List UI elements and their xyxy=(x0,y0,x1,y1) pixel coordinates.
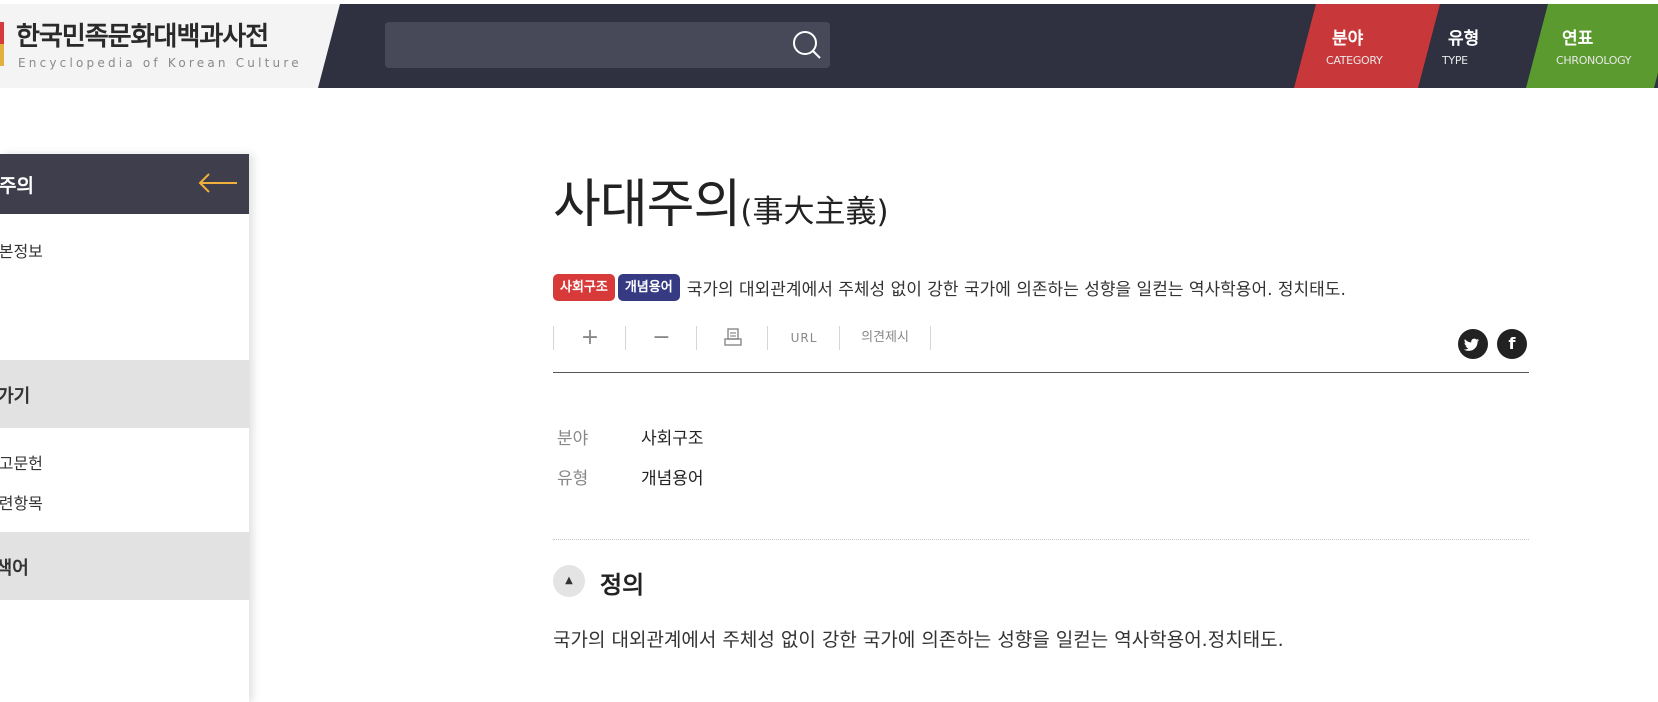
sidebar-section-shortcuts[interactable]: 바로가기 xyxy=(0,360,249,428)
section-divider xyxy=(553,539,1529,540)
meta-category-label: 분야 xyxy=(557,429,589,449)
site-logo[interactable]: 한국민족문화대백과사전 Encyclopedia of Korean Cultu… xyxy=(0,4,340,88)
logo-title: 한국민족문화대백과사전 xyxy=(16,22,269,52)
nav-tab-type-sublabel: TYPE xyxy=(1442,54,1468,67)
sidebar-title: 사대주의 xyxy=(0,175,34,197)
sidebar-section-shortcuts-label: 바로가기 xyxy=(0,386,31,407)
page-title: 사대주의(事大主義) xyxy=(553,162,889,237)
nav-tab-category-label: 분야 xyxy=(1332,29,1364,49)
sidebar-item-related[interactable]: 관련항목 xyxy=(0,490,43,514)
meta-type-label: 유형 xyxy=(557,469,589,489)
sidebar-item-references[interactable]: 참고문헌 xyxy=(0,450,43,474)
section-title-definition: 정의 xyxy=(600,571,645,599)
font-increase-button[interactable]: + xyxy=(553,326,626,350)
opinion-button[interactable]: 의견제시 xyxy=(839,326,931,350)
nav-tab-category[interactable]: 분야 CATEGORY xyxy=(1294,4,1440,88)
print-icon xyxy=(723,328,742,346)
logo-subtitle: Encyclopedia of Korean Culture xyxy=(18,56,302,70)
nav-tab-category-sublabel: CATEGORY xyxy=(1326,54,1383,67)
page-title-korean: 사대주의 xyxy=(553,175,741,235)
entry-summary: 사회구조 개념용어 국가의 대외관계에서 주체성 없이 강한 국가에 의존하는 … xyxy=(553,272,1346,302)
print-button[interactable] xyxy=(696,326,768,350)
meta-category-row: 분야 사회구조 xyxy=(557,424,704,449)
arrow-left-icon[interactable] xyxy=(197,170,239,196)
meta-type-value[interactable]: 개념용어 xyxy=(641,469,704,489)
site-header: 한국민족문화대백과사전 Encyclopedia of Korean Cultu… xyxy=(0,4,1658,88)
definition-text: 국가의 대외관계에서 주체성 없이 강한 국가에 의존하는 성향을 일컫는 역사… xyxy=(553,629,1284,651)
nav-tab-chronology[interactable]: 연표 CHRONOLOGY xyxy=(1526,4,1658,88)
tag-type[interactable]: 개념용어 xyxy=(617,273,680,301)
page-title-hanja: (事大主義) xyxy=(740,194,889,230)
sidebar-section-related-search[interactable]: 관련검색어 xyxy=(0,532,249,600)
search-input[interactable] xyxy=(385,22,830,68)
section-toggle-button[interactable]: ▲ xyxy=(553,565,585,597)
sidebar-header: 사대주의 xyxy=(0,154,249,214)
sidebar: 사대주의 기본정보 바로가기 참고문헌 관련항목 관련검색어 xyxy=(0,154,249,702)
nav-tab-type[interactable]: 유형 TYPE xyxy=(1424,4,1534,88)
nav-tab-chronology-sublabel: CHRONOLOGY xyxy=(1556,54,1632,67)
twitter-icon[interactable] xyxy=(1458,329,1488,359)
search-icon[interactable] xyxy=(790,28,824,62)
twitter-icon-glyph xyxy=(1463,338,1480,351)
tag-category[interactable]: 사회구조 xyxy=(553,273,615,301)
summary-text: 국가의 대외관계에서 주체성 없이 강한 국가에 의존하는 성향을 일컫는 역사… xyxy=(686,279,1346,300)
logo-mark xyxy=(0,22,4,66)
url-button[interactable]: URL xyxy=(767,326,840,350)
font-decrease-button[interactable]: − xyxy=(625,326,697,350)
meta-category-value[interactable]: 사회구조 xyxy=(641,429,704,449)
facebook-icon[interactable]: f xyxy=(1497,329,1527,359)
nav-tab-type-label: 유형 xyxy=(1448,29,1480,49)
sidebar-section-related-search-label: 관련검색어 xyxy=(0,558,29,579)
sidebar-item-basic-info[interactable]: 기본정보 xyxy=(0,238,43,262)
meta-type-row: 유형 개념용어 xyxy=(557,464,704,489)
entry-toolbar: + − URL 의견제시 f xyxy=(553,326,1529,373)
nav-tab-chronology-label: 연표 xyxy=(1562,29,1594,49)
